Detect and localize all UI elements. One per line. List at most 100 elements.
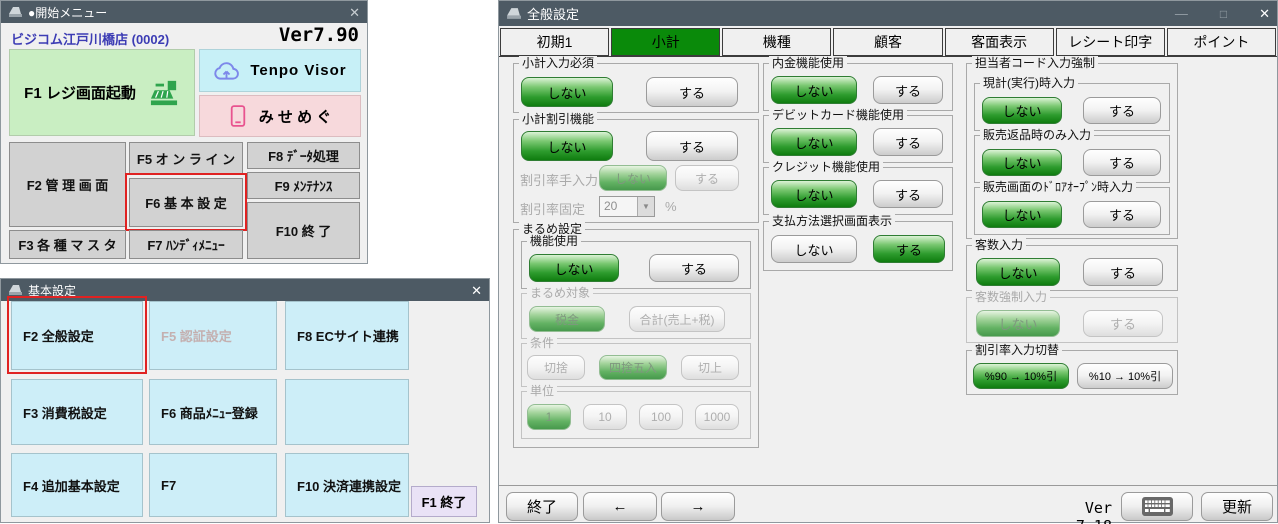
tenpo-visor-button[interactable]: Tenpo Visor xyxy=(199,49,361,92)
deposit-no-button[interactable]: しない xyxy=(771,76,857,104)
subtotal-discount-no-button[interactable]: しない xyxy=(521,131,613,161)
round-down-button[interactable]: 切捨 xyxy=(527,355,585,380)
close-icon[interactable]: ✕ xyxy=(471,284,482,297)
f10-exit-button[interactable]: F10 終 了 xyxy=(247,202,360,259)
rounding-use-yes-button[interactable]: する xyxy=(649,254,739,282)
manual-rate-no-button[interactable]: しない xyxy=(599,165,667,191)
empty-button[interactable] xyxy=(285,379,409,445)
credit-no-button[interactable]: しない xyxy=(771,180,857,208)
rounding-target-total-button[interactable]: 合計(売上+税) xyxy=(629,306,725,332)
footer-forward-button[interactable]: → xyxy=(661,492,735,521)
f4-additional-settings-button[interactable]: F4 追加基本設定 xyxy=(11,453,143,517)
tab-points[interactable]: ポイント xyxy=(1166,28,1276,56)
unit-100-button[interactable]: 100 xyxy=(639,404,683,430)
drawer-open-no-button[interactable]: しない xyxy=(982,201,1062,228)
f2-admin-button[interactable]: F2 管 理 画 面 xyxy=(9,142,126,227)
group-label: 販売返品時のみ入力 xyxy=(980,128,1095,143)
group-label: 販売画面のﾄﾞﾛｱｵｰﾌﾟﾝ時入力 xyxy=(980,180,1137,195)
footer-exit-button[interactable]: 終了 xyxy=(506,492,578,521)
debit-no-button[interactable]: しない xyxy=(771,128,857,156)
f9-maintenance-button[interactable]: F9 ﾒﾝﾃﾅﾝｽ xyxy=(247,172,360,199)
rounding-target-tax-button[interactable]: 税金 xyxy=(529,306,605,332)
sales-return-yes-button[interactable]: する xyxy=(1083,149,1161,176)
misemegu-button[interactable]: み せ め ぐ xyxy=(199,95,361,137)
footer-back-button[interactable]: ← xyxy=(583,492,657,521)
tab-model[interactable]: 機種 xyxy=(722,28,832,56)
discount-switch-10-button[interactable]: %10 → 10%引 xyxy=(1077,363,1173,389)
tenpo-visor-label: Tenpo Visor xyxy=(250,62,347,79)
register-screen-label: F1 レジ画面起動 xyxy=(24,85,136,102)
genkei-no-button[interactable]: しない xyxy=(982,97,1062,124)
f10-payment-link-button[interactable]: F10 決済連携設定 xyxy=(285,453,409,517)
keyboard-button[interactable] xyxy=(1121,492,1193,521)
f3-consumption-tax-button[interactable]: F3 消費税設定 xyxy=(11,379,143,445)
group-label: 単位 xyxy=(527,384,558,399)
close-icon[interactable]: ✕ xyxy=(349,6,360,19)
start-menu-window: ●開始メニュー ✕ ビジコム江戸川橋店 (0002) Ver7.90 F1 レジ… xyxy=(0,0,368,264)
f5-auth-settings-button[interactable]: F5 認証設定 xyxy=(149,301,277,370)
group-label: 現計(実行)時入力 xyxy=(980,76,1078,91)
payment-screen-yes-button[interactable]: する xyxy=(873,235,945,263)
f2-general-settings-button[interactable]: F2 全般設定 xyxy=(11,301,143,370)
sales-return-no-button[interactable]: しない xyxy=(982,149,1062,176)
fixed-rate-dropdown[interactable]: 20 ▼ xyxy=(599,196,655,217)
guest-force-no-button[interactable]: しない xyxy=(976,310,1060,337)
start-menu-titlebar[interactable]: ●開始メニュー ✕ xyxy=(1,1,367,23)
unit-1-button[interactable]: 1 xyxy=(527,404,571,430)
close-icon[interactable]: ✕ xyxy=(1259,7,1270,20)
desktop: ●開始メニュー ✕ ビジコム江戸川橋店 (0002) Ver7.90 F1 レジ… xyxy=(0,0,1278,524)
discount-switch-90-button[interactable]: %90 → 10%引 xyxy=(973,363,1069,389)
f6-product-menu-button[interactable]: F6 商品ﾒﾆｭｰ登録 xyxy=(149,379,277,445)
f5-online-button[interactable]: F5 オ ン ラ イ ン xyxy=(129,142,243,175)
guest-count-no-button[interactable]: しない xyxy=(976,258,1060,286)
unit-1000-button[interactable]: 1000 xyxy=(695,404,739,430)
rounding-use-no-button[interactable]: しない xyxy=(529,254,619,282)
register-screen-button[interactable]: F1 レジ画面起動 xyxy=(9,49,195,136)
tab-initial-1[interactable]: 初期1 xyxy=(500,28,610,56)
keyboard-icon xyxy=(1141,497,1173,516)
f3-masters-button[interactable]: F3 各 種 マ ス タ xyxy=(9,230,126,259)
f8-data-processing-button[interactable]: F8 ﾃﾞｰﾀ処理 xyxy=(247,142,360,169)
tab-receipt-print[interactable]: レシート印字 xyxy=(1055,28,1165,56)
group-label: 担当者コード入力強制 xyxy=(972,56,1099,71)
unit-10-button[interactable]: 10 xyxy=(583,404,627,430)
smartphone-icon xyxy=(229,104,247,128)
round-half-button[interactable]: 四捨五入 xyxy=(599,355,667,380)
maximize-icon[interactable]: □ xyxy=(1220,8,1227,20)
f7-handy-menu-button[interactable]: F7 ﾊﾝﾃﾞｨﾒﾆｭｰ xyxy=(129,230,243,259)
subtotal-required-no-button[interactable]: しない xyxy=(521,77,613,107)
tab-subtotal[interactable]: 小計 xyxy=(611,28,721,56)
subtotal-discount-yes-button[interactable]: する xyxy=(646,131,738,161)
group-label: 小計割引機能 xyxy=(519,112,598,127)
basic-settings-titlebar[interactable]: 基本設定 ✕ xyxy=(1,279,489,301)
group-label: 機能使用 xyxy=(527,234,582,249)
debit-yes-button[interactable]: する xyxy=(873,128,943,156)
credit-yes-button[interactable]: する xyxy=(873,180,943,208)
manual-rate-label: 割引率手入力 xyxy=(520,173,599,188)
general-settings-window: 全般設定 — □ ✕ 初期1 小計 機種 顧客 客面表示 レシート印字 ポイント… xyxy=(498,0,1278,524)
start-menu-title: ●開始メニュー xyxy=(28,5,108,20)
general-settings-titlebar[interactable]: 全般設定 — □ ✕ xyxy=(499,1,1277,26)
misemegu-label: み せ め ぐ xyxy=(258,108,332,126)
f1-exit-button[interactable]: F1 終了 xyxy=(411,486,477,517)
minimize-icon[interactable]: — xyxy=(1175,7,1188,20)
drawer-open-yes-button[interactable]: する xyxy=(1083,201,1161,228)
manual-rate-yes-button[interactable]: する xyxy=(675,165,739,191)
app-icon xyxy=(506,7,521,20)
group-label: 内金機能使用 xyxy=(769,56,848,71)
guest-force-yes-button[interactable]: する xyxy=(1083,310,1163,337)
tab-customer-display[interactable]: 客面表示 xyxy=(944,28,1054,56)
f6-basic-settings-button[interactable]: F6 基 本 設 定 xyxy=(129,178,243,227)
payment-screen-no-button[interactable]: しない xyxy=(771,235,857,263)
group-label: まるめ対象 xyxy=(527,286,594,301)
round-up-button[interactable]: 切上 xyxy=(681,355,739,380)
update-button[interactable]: 更新 xyxy=(1201,492,1273,521)
f8-ec-site-button[interactable]: F8 ECサイト連携 xyxy=(285,301,409,370)
subtotal-required-yes-button[interactable]: する xyxy=(646,77,738,107)
f7-button[interactable]: F7 xyxy=(149,453,277,517)
deposit-yes-button[interactable]: する xyxy=(873,76,943,104)
app-version: Ver7.90 xyxy=(278,24,359,46)
genkei-yes-button[interactable]: する xyxy=(1083,97,1161,124)
tab-customer[interactable]: 顧客 xyxy=(833,28,943,56)
guest-count-yes-button[interactable]: する xyxy=(1083,258,1163,286)
